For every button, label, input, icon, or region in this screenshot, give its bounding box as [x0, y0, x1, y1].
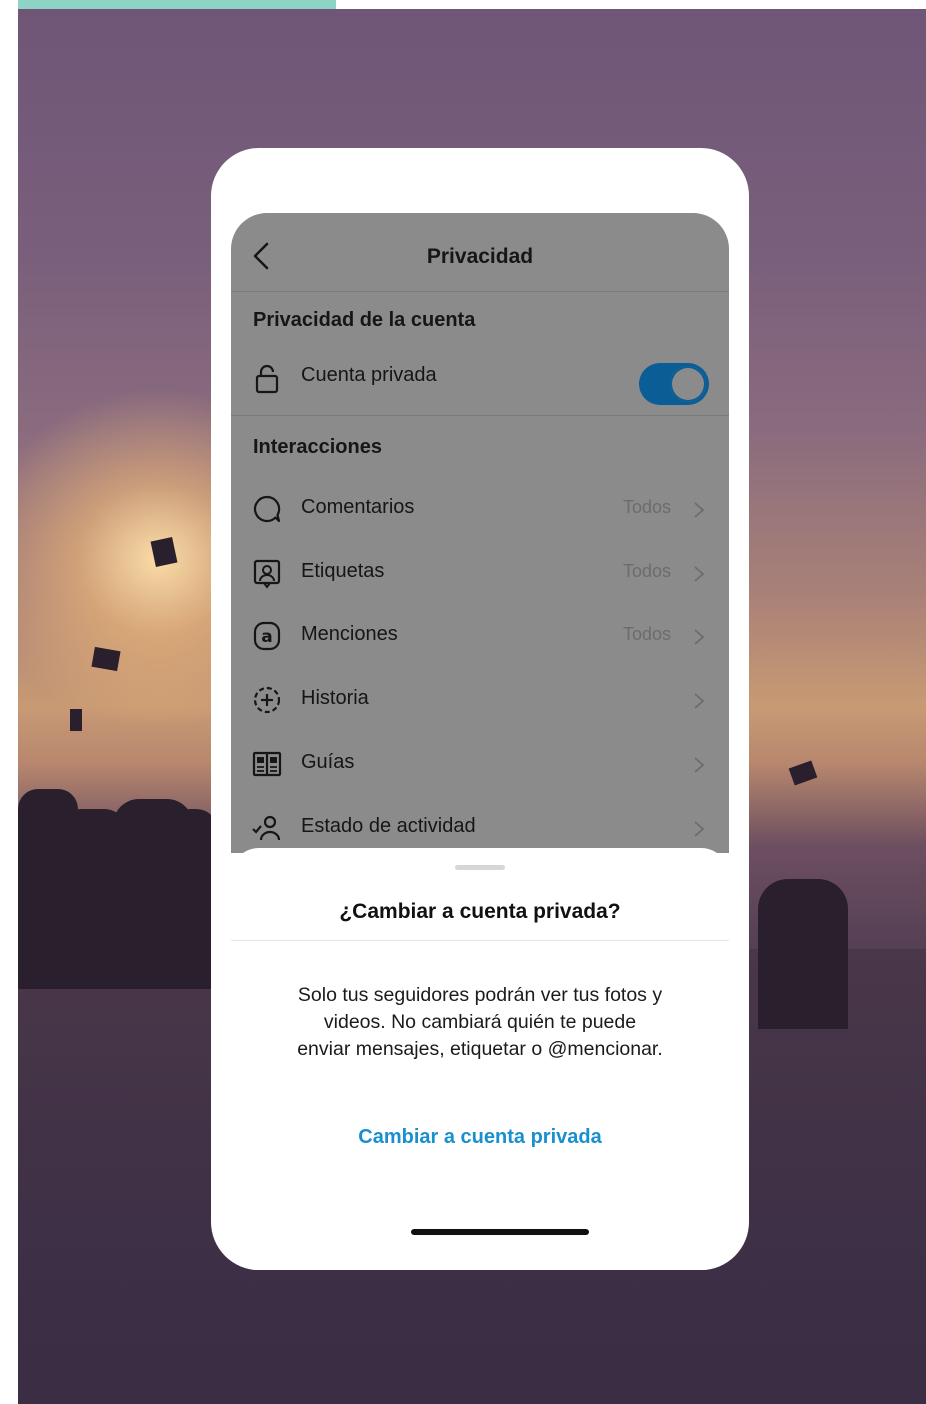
section-title-interactions: Interacciones [253, 436, 382, 458]
graduate-silhouette [758, 879, 848, 1029]
interaction-row-tags[interactable]: Etiquetas Todos [231, 545, 729, 601]
flying-cap [788, 760, 818, 786]
interaction-label: Comentarios [301, 496, 415, 518]
navigation-bar: Privacidad [231, 213, 729, 292]
interaction-row-guides[interactable]: Guías [231, 736, 729, 792]
sheet-title: ¿Cambiar a cuenta privada? [339, 900, 621, 923]
private-account-row[interactable]: Cuenta privada [231, 349, 729, 415]
bottom-sheet: ¿Cambiar a cuenta privada? Solo tus segu… [231, 848, 729, 1270]
page-title: Privacidad [426, 245, 534, 268]
activity-status-icon [252, 815, 281, 841]
toggle-knob [670, 366, 706, 402]
interaction-value: Todos [622, 624, 671, 644]
interaction-row-mentions[interactable]: a Menciones Todos [231, 608, 729, 664]
interaction-label: Estado de actividad [301, 815, 476, 837]
lock-icon [255, 364, 279, 394]
section-divider [231, 415, 729, 416]
chevron-right-icon [694, 566, 705, 582]
switch-to-private-button[interactable]: Cambiar a cuenta privada [231, 1126, 729, 1149]
flying-cap [70, 709, 82, 731]
guide-book-icon [252, 751, 282, 777]
privacy-screen: Privacidad Privacidad de la cuenta Cuent… [231, 213, 729, 853]
interaction-value: Todos [622, 497, 671, 517]
svg-text:a: a [261, 627, 272, 647]
interaction-row-comments[interactable]: Comentarios Todos [231, 481, 729, 537]
chevron-right-icon [694, 693, 705, 709]
phone-frame: Privacidad Privacidad de la cuenta Cuent… [211, 148, 749, 1270]
private-account-toggle[interactable] [639, 363, 709, 405]
chevron-right-icon [694, 502, 705, 518]
story-add-icon [253, 686, 281, 714]
at-mention-icon: a [253, 621, 281, 651]
chevron-right-icon [694, 757, 705, 773]
interaction-label: Menciones [301, 623, 398, 645]
home-indicator[interactable] [411, 1229, 589, 1235]
chevron-right-icon [694, 629, 705, 645]
interaction-value: Todos [622, 561, 671, 581]
accent-strip [18, 0, 336, 9]
section-title-account-privacy: Privacidad de la cuenta [253, 309, 476, 331]
sheet-body-text: Solo tus seguidores podrán ver tus fotos… [297, 984, 663, 1060]
interaction-label: Historia [301, 687, 369, 709]
sheet-divider [231, 940, 729, 941]
private-account-label: Cuenta privada [301, 364, 437, 386]
chevron-right-icon [694, 821, 705, 837]
interaction-label: Etiquetas [301, 560, 385, 582]
interaction-row-activity-status[interactable]: Estado de actividad [231, 800, 729, 853]
flying-cap [91, 646, 121, 672]
tag-person-icon [253, 559, 281, 589]
interaction-label: Guías [301, 751, 355, 773]
comment-icon [253, 495, 281, 523]
interaction-row-story[interactable]: Historia [231, 672, 729, 728]
sheet-grabber[interactable] [455, 865, 505, 870]
